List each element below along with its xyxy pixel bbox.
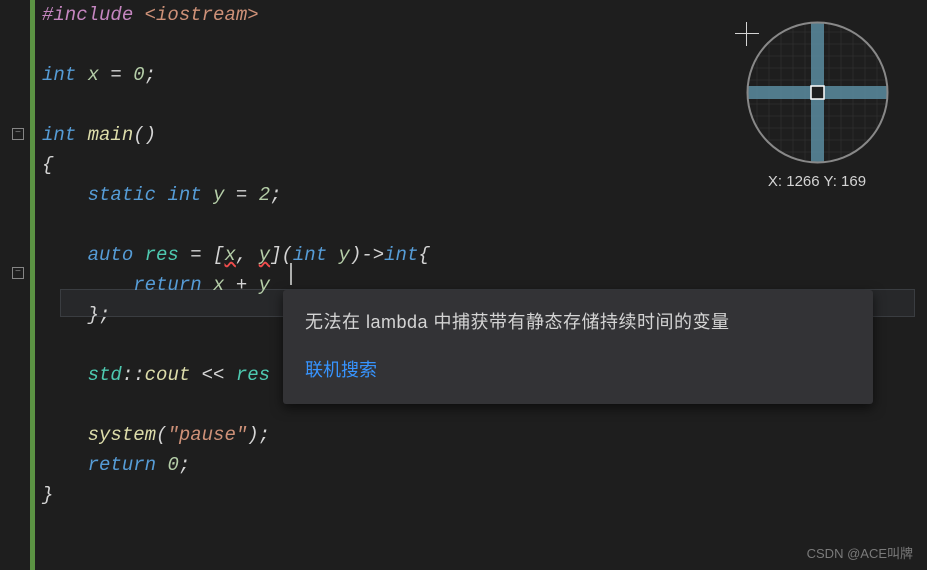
- punct: (: [156, 424, 167, 446]
- number: 0: [167, 454, 178, 476]
- punct: ;: [270, 184, 281, 206]
- fold-toggle[interactable]: −: [12, 267, 24, 279]
- keyword: int: [384, 244, 418, 266]
- magnifier-lens-icon: [745, 20, 890, 165]
- variable: x: [88, 64, 99, 86]
- number: 0: [133, 64, 144, 86]
- function: system: [88, 424, 156, 446]
- punct: ): [247, 424, 258, 446]
- operator: +: [224, 274, 258, 296]
- keyword: int: [293, 244, 327, 266]
- punct: {: [42, 154, 53, 176]
- punct: ;: [179, 454, 190, 476]
- code-line: return 0;: [34, 450, 927, 480]
- coord-y: 169: [841, 173, 866, 190]
- operator: =: [99, 64, 133, 86]
- variable: y: [213, 184, 224, 206]
- punct: ;: [145, 64, 156, 86]
- identifier: cout: [145, 364, 191, 386]
- coord-x: 1266: [786, 173, 819, 190]
- error-message: 无法在 lambda 中捕获带有静态存储持续时间的变量: [305, 308, 851, 334]
- keyword: return: [88, 454, 156, 476]
- punct: {: [418, 244, 429, 266]
- string: "pause": [167, 424, 247, 446]
- capture-var-error: y: [259, 244, 270, 266]
- keyword: static: [88, 184, 156, 206]
- pixel-coordinates: X: 1266 Y: 169: [737, 173, 897, 190]
- namespace: std: [88, 364, 122, 386]
- code-line: [34, 210, 927, 240]
- punct: ,: [236, 244, 259, 266]
- punct: ;: [259, 424, 270, 446]
- keyword: int: [42, 64, 76, 86]
- punct: (): [133, 124, 156, 146]
- variable: x: [213, 274, 224, 296]
- function: main: [88, 124, 134, 146]
- keyword: auto: [88, 244, 134, 266]
- watermark: CSDN @ACE叫牌: [807, 543, 913, 562]
- code-line: }: [34, 480, 927, 510]
- variable: res: [236, 364, 270, 386]
- error-tooltip: 无法在 lambda 中捕获带有静态存储持续时间的变量 联机搜索: [283, 290, 873, 404]
- keyword: int: [167, 184, 201, 206]
- pixel-magnifier: X: 1266 Y: 169: [737, 20, 897, 190]
- number: 2: [259, 184, 270, 206]
- operator: <<: [190, 364, 236, 386]
- fold-toggle[interactable]: −: [12, 128, 24, 140]
- preprocessor: #include: [42, 4, 133, 26]
- code-line: auto res = [x, y](int y)->int{: [34, 240, 927, 270]
- header-name: <iostream>: [145, 4, 259, 26]
- operator: =: [179, 244, 213, 266]
- punct: };: [88, 304, 111, 326]
- text-caret: [290, 263, 292, 285]
- keyword: return: [133, 274, 201, 296]
- punct: ): [350, 244, 361, 266]
- coord-label-y: Y:: [820, 173, 841, 190]
- operator: ->: [361, 244, 384, 266]
- variable: res: [145, 244, 179, 266]
- code-line: system("pause");: [34, 420, 927, 450]
- keyword: int: [42, 124, 76, 146]
- punct: ]: [270, 244, 281, 266]
- operator: =: [224, 184, 258, 206]
- param: y: [339, 244, 350, 266]
- search-online-link[interactable]: 联机搜索: [305, 356, 851, 382]
- punct: [: [213, 244, 224, 266]
- capture-var-error: x: [224, 244, 235, 266]
- punct: }: [42, 484, 53, 506]
- gutter: − −: [0, 0, 30, 570]
- coord-label-x: X:: [768, 173, 786, 190]
- variable: y: [259, 274, 270, 296]
- punct: ::: [122, 364, 145, 386]
